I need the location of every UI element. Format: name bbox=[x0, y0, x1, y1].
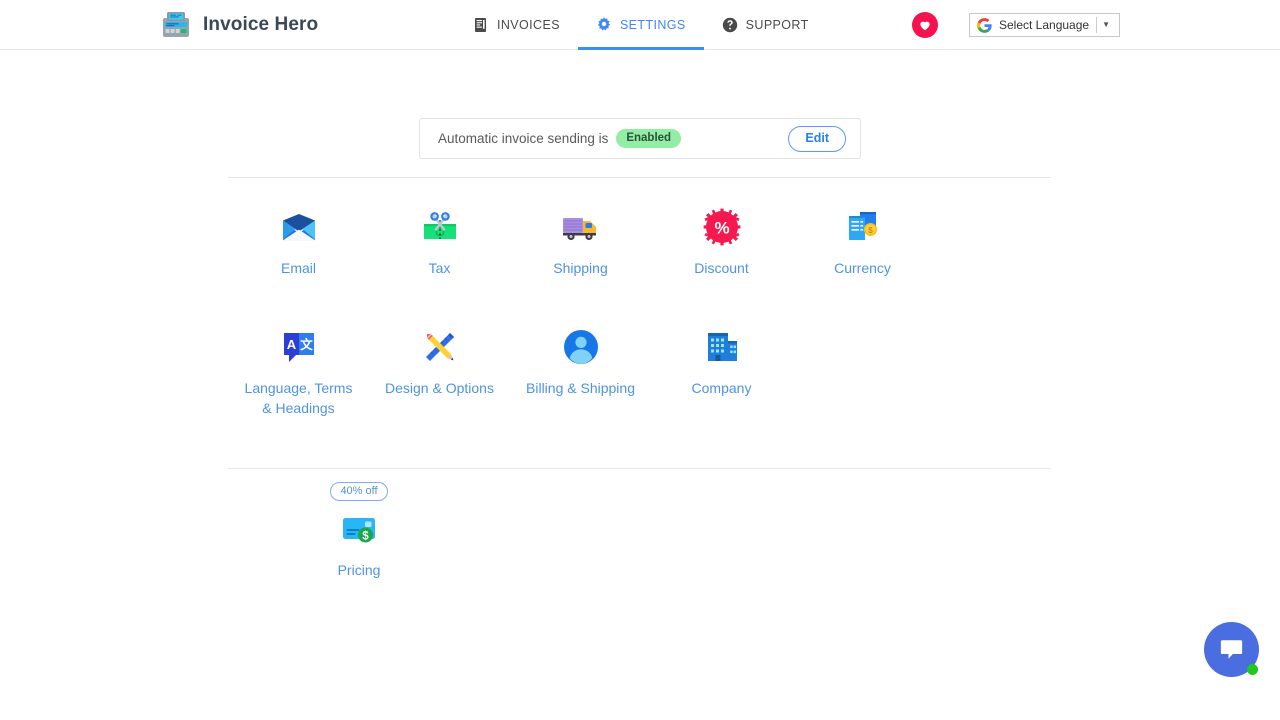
receipt-coin-icon: $ bbox=[842, 206, 884, 248]
language-selector-label: Select Language bbox=[999, 18, 1096, 32]
cash-register-icon bbox=[160, 9, 192, 41]
tile-shipping[interactable]: Shipping bbox=[510, 200, 651, 279]
pricing-section: 40% off $ Pricing bbox=[228, 482, 490, 581]
office-building-icon bbox=[701, 326, 743, 368]
credit-card-dollar-icon: $ bbox=[338, 508, 380, 550]
chevron-down-icon[interactable]: ▼ bbox=[1097, 21, 1114, 29]
gear-icon bbox=[596, 17, 612, 33]
notice-text: Automatic invoice sending is bbox=[438, 131, 608, 146]
divider-bottom bbox=[228, 468, 1051, 469]
tile-design-options[interactable]: Design & Options bbox=[369, 320, 510, 418]
invoice-icon bbox=[473, 17, 489, 33]
brand-title: Invoice Hero bbox=[203, 14, 318, 36]
tile-email[interactable]: Email bbox=[228, 200, 369, 279]
app-header: Invoice Hero INVOICES bbox=[0, 0, 1280, 50]
tile-label: Pricing bbox=[338, 561, 381, 581]
tile-label: Language, Terms & Headings bbox=[239, 379, 359, 418]
tile-language-terms-headings[interactable]: A 文 Language, Terms & Headings bbox=[228, 320, 369, 418]
tile-label: Company bbox=[692, 379, 752, 399]
tile-tax[interactable]: Tax bbox=[369, 200, 510, 279]
percent-badge-icon: % bbox=[701, 206, 743, 248]
heart-icon bbox=[918, 18, 932, 32]
svg-text:$: $ bbox=[868, 225, 873, 235]
nav-item-support[interactable]: SUPPORT bbox=[704, 0, 827, 50]
delivery-truck-icon bbox=[560, 206, 602, 248]
favorite-button[interactable] bbox=[912, 12, 938, 38]
nav-label: SUPPORT bbox=[746, 18, 809, 32]
discount-badge: 40% off bbox=[330, 482, 387, 501]
tile-label: Email bbox=[281, 259, 316, 279]
main-nav: INVOICES SETTINGS SUPPORT bbox=[455, 0, 827, 50]
chat-widget-button[interactable] bbox=[1204, 622, 1259, 677]
chat-bubble-icon bbox=[1218, 636, 1245, 663]
user-circle-icon bbox=[560, 326, 602, 368]
online-status-dot bbox=[1247, 664, 1258, 675]
tile-label: Shipping bbox=[553, 259, 608, 279]
translate-icon: A 文 bbox=[278, 326, 320, 368]
automatic-sending-notice: Automatic invoice sending is Enabled Edi… bbox=[419, 118, 861, 159]
pencil-ruler-icon bbox=[419, 326, 461, 368]
envelope-icon bbox=[278, 206, 320, 248]
tile-label: Currency bbox=[834, 259, 891, 279]
brand[interactable]: Invoice Hero bbox=[160, 0, 318, 50]
tile-billing-shipping[interactable]: Billing & Shipping bbox=[510, 320, 651, 418]
language-selector[interactable]: Select Language ▼ bbox=[969, 13, 1120, 37]
edit-button[interactable]: Edit bbox=[788, 126, 846, 152]
svg-text:%: % bbox=[714, 218, 729, 237]
svg-text:A: A bbox=[286, 337, 296, 352]
nav-label: SETTINGS bbox=[620, 18, 686, 32]
tile-label: Design & Options bbox=[385, 379, 494, 399]
question-circle-icon bbox=[722, 17, 738, 33]
tile-pricing[interactable]: $ Pricing bbox=[289, 508, 430, 581]
tile-label: Discount bbox=[694, 259, 748, 279]
nav-item-settings[interactable]: SETTINGS bbox=[578, 0, 704, 50]
nav-label: INVOICES bbox=[497, 18, 560, 32]
tile-discount[interactable]: % Discount bbox=[651, 200, 792, 279]
tile-company[interactable]: Company bbox=[651, 320, 792, 418]
header-right: Select Language ▼ bbox=[912, 0, 1120, 50]
svg-text:文: 文 bbox=[300, 337, 313, 352]
divider-top bbox=[228, 177, 1051, 178]
settings-tiles-row-2: A 文 Language, Terms & Headings bbox=[228, 320, 1051, 418]
tile-currency[interactable]: $ Currency bbox=[792, 200, 933, 279]
scissors-money-icon bbox=[419, 206, 461, 248]
google-g-icon bbox=[977, 18, 992, 33]
tile-label: Tax bbox=[429, 259, 451, 279]
settings-tiles-row-1: Email Tax bbox=[228, 200, 1051, 279]
status-badge: Enabled bbox=[616, 129, 681, 148]
svg-text:$: $ bbox=[362, 531, 369, 543]
tile-label: Billing & Shipping bbox=[526, 379, 635, 399]
nav-item-invoices[interactable]: INVOICES bbox=[455, 0, 578, 50]
